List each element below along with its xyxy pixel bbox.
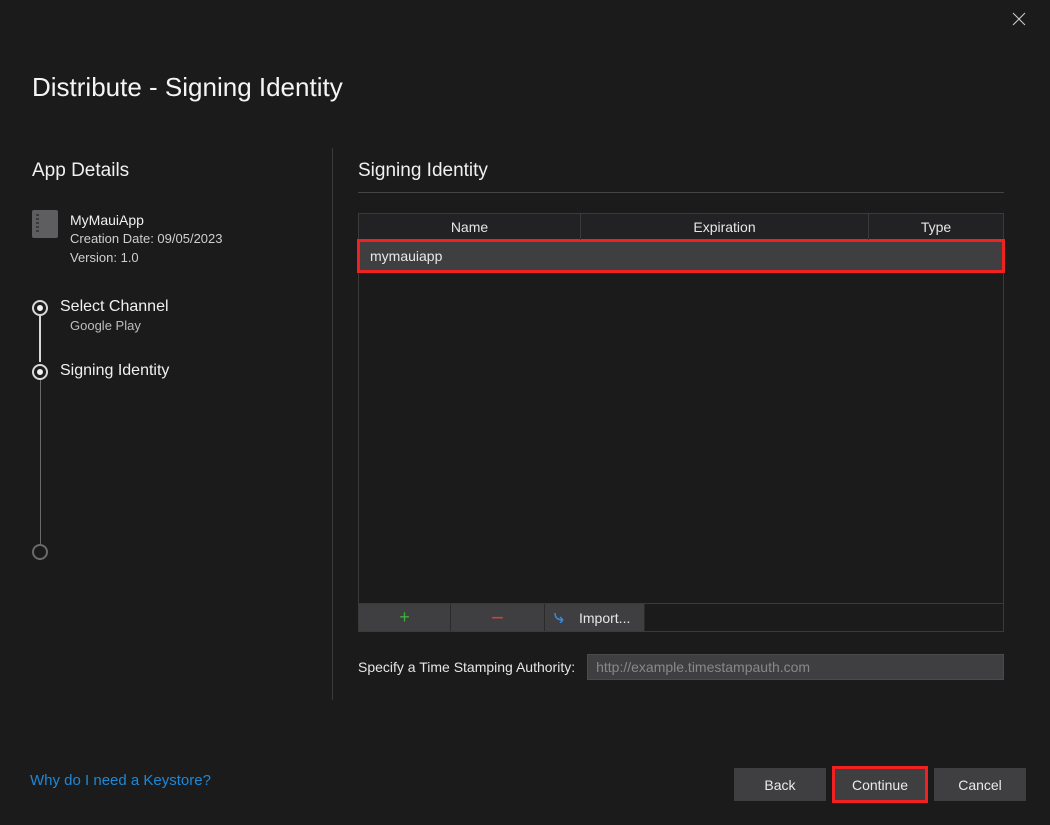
- step-signing-identity-label: Signing Identity: [60, 362, 312, 380]
- app-details-heading: App Details: [32, 160, 312, 182]
- table-header: Name Expiration Type: [359, 214, 1003, 241]
- page-title: Distribute - Signing Identity: [32, 72, 343, 103]
- footer-buttons: Back Continue Cancel: [734, 768, 1026, 801]
- col-name[interactable]: Name: [359, 214, 581, 240]
- table-toolbar: + − Import...: [359, 603, 1003, 631]
- col-expiration[interactable]: Expiration: [581, 214, 869, 240]
- left-panel: App Details MyMauiApp Creation Date: 09/…: [32, 160, 312, 564]
- timestamp-input[interactable]: [587, 654, 1004, 680]
- timestamp-label: Specify a Time Stamping Authority:: [358, 659, 575, 675]
- remove-button[interactable]: −: [451, 604, 545, 631]
- signing-identity-heading: Signing Identity: [358, 160, 1004, 182]
- help-link-keystore[interactable]: Why do I need a Keystore?: [30, 772, 211, 789]
- table-body: mymauiapp: [359, 239, 1003, 603]
- continue-button[interactable]: Continue: [834, 768, 926, 801]
- archive-icon: [32, 210, 58, 238]
- step-select-channel[interactable]: Select Channel Google Play: [60, 298, 312, 362]
- step-select-channel-sub: Google Play: [60, 318, 312, 333]
- right-panel: Signing Identity Name Expiration Type my…: [358, 160, 1004, 680]
- app-creation-date: Creation Date: 09/05/2023: [70, 230, 223, 249]
- app-version: Version: 1.0: [70, 249, 223, 268]
- close-icon[interactable]: [1012, 12, 1032, 32]
- cell-name: mymauiapp: [360, 248, 580, 264]
- col-type[interactable]: Type: [869, 214, 1003, 240]
- heading-underline: [358, 192, 1004, 193]
- cancel-button[interactable]: Cancel: [934, 768, 1026, 801]
- divider: [332, 148, 333, 700]
- app-block: MyMauiApp Creation Date: 09/05/2023 Vers…: [32, 210, 312, 268]
- import-button-label: Import...: [579, 610, 630, 626]
- step-select-channel-label: Select Channel: [60, 298, 312, 316]
- app-name: MyMauiApp: [70, 210, 223, 230]
- minus-icon: −: [491, 605, 504, 631]
- highlight-row: mymauiapp: [357, 239, 1005, 273]
- step-signing-identity[interactable]: Signing Identity: [60, 362, 312, 426]
- timestamp-row: Specify a Time Stamping Authority:: [358, 654, 1004, 680]
- import-arrow-icon: [553, 610, 571, 626]
- import-button[interactable]: Import...: [545, 604, 645, 631]
- add-button[interactable]: +: [359, 604, 451, 631]
- plus-icon: +: [399, 607, 410, 628]
- identity-table: Name Expiration Type mymauiapp + − Impor…: [358, 213, 1004, 632]
- back-button[interactable]: Back: [734, 768, 826, 801]
- step-future: [60, 544, 312, 564]
- toolbar-spacer: [645, 604, 1003, 631]
- table-row[interactable]: mymauiapp: [360, 242, 1002, 270]
